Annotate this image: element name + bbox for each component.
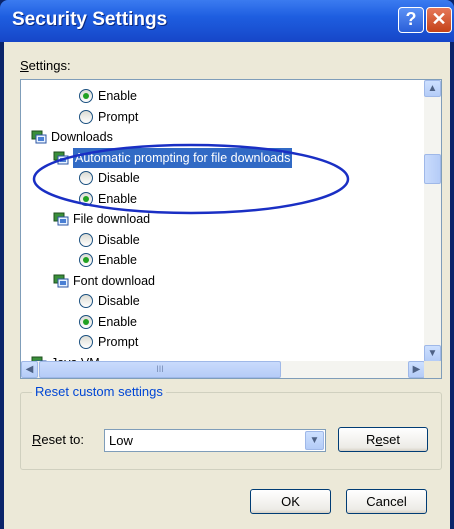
help-button[interactable]: ? (398, 7, 424, 33)
vertical-scroll-thumb[interactable] (424, 154, 441, 184)
vertical-scrollbar[interactable]: ▲ ▼ (424, 80, 441, 362)
scroll-left-button[interactable]: ◀ (21, 361, 38, 378)
cancel-button[interactable]: Cancel (346, 489, 427, 514)
horizontal-scrollbar[interactable]: ◀ III ▶ (21, 361, 425, 378)
settings-tree[interactable]: Enable Prompt Downloads Automatic prompting… (20, 79, 442, 379)
radio-unchecked-icon[interactable] (79, 335, 93, 349)
settings-tree-content: Enable Prompt Downloads Automatic prompting… (21, 80, 425, 362)
settings-label-mnemonic: S (20, 58, 29, 73)
security-setting-icon (53, 274, 69, 288)
reset-to-mnemonic: R (32, 432, 42, 447)
tree-item-label: Font download (73, 273, 156, 288)
radio-unchecked-icon[interactable] (79, 109, 93, 124)
reset-to-label: Reset to: (32, 432, 84, 447)
settings-label: Settings: (20, 58, 71, 73)
chevron-down-icon[interactable]: ▼ (305, 431, 324, 450)
reset-button[interactable]: Reset (338, 427, 428, 452)
tree-item-label: Disable (98, 232, 140, 247)
tree-item-label: Prompt (98, 109, 139, 124)
scroll-down-button[interactable]: ▼ (424, 345, 441, 362)
reset-group-title: Reset custom settings (32, 384, 166, 399)
tree-item-label: Enable (98, 89, 137, 103)
reset-button-text-a: R (366, 432, 376, 447)
scroll-right-button[interactable]: ▶ (408, 361, 425, 378)
radio-checked-icon[interactable] (79, 253, 93, 267)
highlight-ellipse-annotation (32, 143, 350, 215)
horizontal-scroll-thumb[interactable]: III (39, 361, 281, 378)
close-button[interactable]: ✕ (426, 7, 452, 33)
ok-button[interactable]: OK (250, 489, 331, 514)
reset-button-text-b: set (382, 432, 400, 447)
tree-item-label: Enable (98, 314, 137, 329)
tree-item-label: Disable (98, 294, 140, 308)
reset-level-value: Low (109, 433, 133, 448)
radio-checked-icon[interactable] (79, 314, 93, 329)
scroll-up-button[interactable]: ▲ (424, 80, 441, 97)
radio-unchecked-icon[interactable] (79, 232, 93, 247)
scrollbar-corner (424, 361, 441, 378)
radio-unchecked-icon[interactable] (79, 294, 93, 308)
tree-item-label: Enable (98, 253, 137, 267)
reset-to-text: eset to: (41, 432, 85, 447)
tree-item-label: Prompt (98, 335, 139, 349)
settings-label-text: ettings: (28, 58, 71, 73)
title-bar[interactable]: Security Settings ? ✕ (0, 0, 454, 42)
reset-button-mnemonic: e (375, 432, 383, 447)
window-title: Security Settings (12, 9, 168, 30)
security-settings-window: Security Settings ? ✕ Settings: Enable Pr… (0, 0, 454, 529)
reset-level-dropdown[interactable]: Low ▼ (104, 429, 326, 452)
radio-checked-icon[interactable] (79, 89, 93, 103)
